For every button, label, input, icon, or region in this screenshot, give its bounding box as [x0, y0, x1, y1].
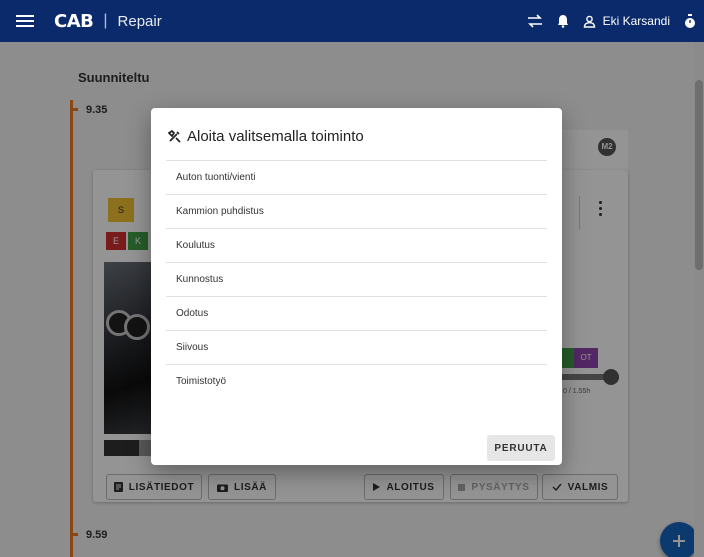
activity-item[interactable]: Odotus: [166, 296, 547, 330]
activity-item[interactable]: Siivous: [166, 330, 547, 364]
app-bar: CAB | Repair Eki Karsandi: [0, 0, 704, 42]
app-title: Repair: [117, 12, 162, 30]
activity-list: Auton tuonti/vienti Kammion puhdistus Ko…: [166, 160, 547, 398]
stopwatch-icon[interactable]: [684, 13, 696, 29]
notifications-icon[interactable]: [557, 14, 569, 28]
activity-item[interactable]: Toimistotyö: [166, 364, 547, 398]
activity-item[interactable]: Kammion puhdistus: [166, 194, 547, 228]
swap-icon[interactable]: [527, 14, 543, 28]
user-menu[interactable]: Eki Karsandi: [583, 14, 670, 28]
title-separator: |: [103, 12, 108, 29]
tools-icon: [168, 130, 181, 143]
app-logo: CAB: [54, 10, 94, 32]
activity-item[interactable]: Koulutus: [166, 228, 547, 262]
activity-item[interactable]: Auton tuonti/vienti: [166, 160, 547, 194]
activity-item[interactable]: Kunnostus: [166, 262, 547, 296]
menu-icon[interactable]: [16, 15, 34, 27]
user-icon: [583, 15, 596, 28]
dialog-title: Aloita valitsemalla toiminto: [187, 128, 364, 145]
cancel-button[interactable]: PERUUTA: [487, 435, 555, 461]
select-activity-dialog: Aloita valitsemalla toiminto Auton tuont…: [151, 108, 562, 465]
user-name: Eki Karsandi: [602, 14, 670, 28]
